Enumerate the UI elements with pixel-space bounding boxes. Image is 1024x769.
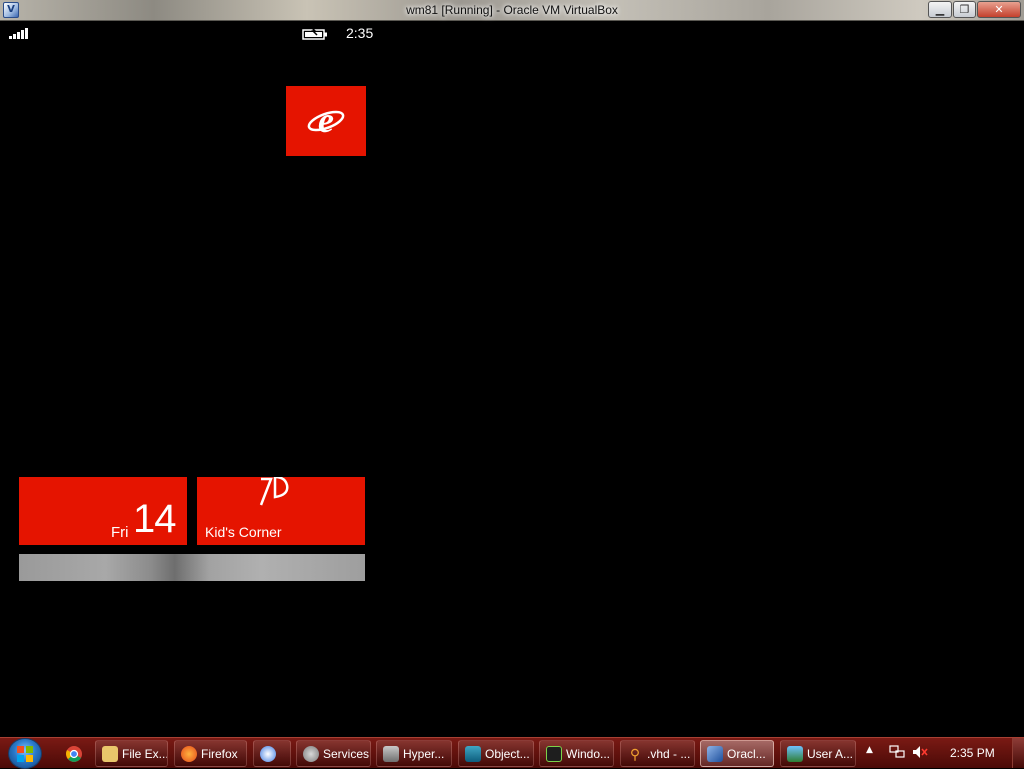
taskbar-item-user-accounts[interactable]: User A... [780, 740, 856, 767]
show-desktop-button[interactable] [1012, 738, 1024, 768]
photo-tile[interactable] [19, 554, 365, 581]
calendar-tile[interactable]: Fri 14 [19, 477, 187, 545]
taskbar-item-windows[interactable]: Windo... [539, 740, 614, 767]
minimize-icon: ▁ [935, 3, 945, 16]
taskbar-item-firefox[interactable]: Firefox [174, 740, 247, 767]
internet-explorer-tile[interactable]: e [286, 86, 366, 156]
svg-text:e: e [318, 104, 334, 138]
taskbar-item-vhd-search[interactable]: ⚲ .vhd - ... [620, 740, 695, 767]
taskbar-item-services[interactable]: Services [296, 740, 371, 767]
tray-expand-icon[interactable]: ▲ [866, 745, 873, 755]
taskbar-item-object-explorer[interactable]: Object... [458, 740, 534, 767]
taskbar-item-file-explorer[interactable]: File Ex... [95, 740, 168, 767]
calendar-day: Fri [111, 524, 129, 541]
users-icon [787, 745, 803, 762]
kids-corner-tile[interactable]: Kid's Corner [197, 477, 365, 545]
volume-muted-icon[interactable] [912, 745, 928, 759]
close-button[interactable]: ✕ [977, 1, 1021, 18]
minimize-button[interactable]: ▁ [928, 1, 952, 18]
maximize-icon: ❐ [959, 3, 970, 16]
kids-corner-label: Kid's Corner [205, 524, 282, 540]
internet-explorer-icon: e [307, 104, 345, 138]
gear-icon [303, 745, 319, 762]
taskbar-item-oracle-virtualbox[interactable]: Oracl... [700, 740, 774, 767]
hyper-v-icon [383, 745, 399, 762]
window-title: wm81 [Running] - Oracle VM VirtualBox [406, 3, 618, 17]
battery-charging-icon [302, 27, 327, 40]
folder-icon [102, 745, 118, 762]
close-icon: ✕ [994, 3, 1004, 16]
chrome-icon [66, 745, 82, 762]
virtualbox-icon [707, 745, 723, 762]
object-explorer-icon [465, 745, 481, 762]
taskbar-item-browser[interactable] [253, 740, 291, 767]
firefox-icon [181, 745, 197, 762]
taskbar-chrome[interactable] [56, 740, 92, 767]
taskbar-clock[interactable]: 2:35 PM [950, 746, 995, 760]
windows-start-orb-icon [17, 745, 33, 762]
maximize-button[interactable]: ❐ [953, 1, 976, 18]
phone-clock: 2:35 [346, 25, 374, 41]
taskbar-item-hyper-v[interactable]: Hyper... [376, 740, 452, 767]
start-button[interactable] [8, 738, 42, 769]
network-icon[interactable] [889, 745, 905, 759]
signal-bars-icon [9, 28, 31, 39]
browser-icon [260, 745, 276, 762]
window-title-bar[interactable]: V wm81 [Running] - Oracle VM VirtualBox … [0, 0, 1024, 21]
search-icon: ⚲ [629, 745, 641, 762]
console-icon [546, 745, 562, 762]
calendar-date: 14 [133, 497, 176, 541]
kids-corner-icon [259, 477, 289, 506]
